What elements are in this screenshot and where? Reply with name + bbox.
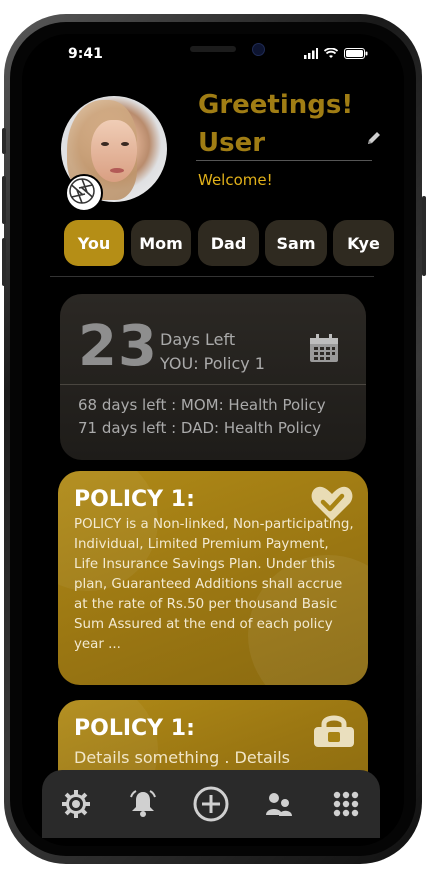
current-policy-label: YOU: Policy 1: [160, 354, 265, 373]
tab-you[interactable]: You: [64, 220, 124, 266]
nav-settings[interactable]: [56, 784, 96, 824]
volume-up-button: [2, 176, 6, 224]
policy-title: POLICY 1:: [74, 716, 195, 741]
nav-notifications[interactable]: [123, 784, 163, 824]
greeting-line2: User: [198, 128, 266, 158]
edit-pencil-icon[interactable]: [366, 130, 382, 146]
mute-switch: [2, 128, 6, 154]
countdown-card[interactable]: 23 Days Left YOU: Policy 1 68 days left …: [60, 294, 366, 460]
status-time: 9:41: [68, 46, 103, 62]
front-camera: [252, 43, 265, 56]
policy-description: Details something . Details: [74, 748, 290, 767]
speaker-grille: [190, 46, 236, 52]
signal-icon: [304, 48, 318, 59]
policy-card[interactable]: POLICY 1: POLICY is a Non-linked, Non-pa…: [58, 471, 368, 685]
tab-dad[interactable]: Dad: [198, 220, 259, 266]
wifi-icon: [324, 48, 338, 58]
avatar-eye-left: [101, 142, 109, 146]
greeting-title: Greetings! User: [198, 86, 353, 162]
calendar-icon[interactable]: [308, 332, 340, 364]
bell-icon: [130, 790, 157, 817]
upcoming-policy-dad: 71 days left : DAD: Health Policy: [78, 419, 322, 437]
nav-family[interactable]: [259, 784, 299, 824]
app-screen: 9:41 Greetings! User Welcome! You Mom Da…: [22, 34, 404, 846]
power-button: [422, 196, 426, 276]
bottom-navigation: [42, 770, 380, 838]
tab-sam[interactable]: Sam: [265, 220, 327, 266]
tab-kye[interactable]: Kye: [333, 220, 394, 266]
avatar-lips: [110, 168, 124, 173]
settings-icon: [61, 790, 90, 818]
avatar-eye-right: [121, 142, 129, 146]
badge-check-icon: [311, 486, 353, 521]
card-separator: [60, 384, 366, 385]
camera-shutter-icon[interactable]: [65, 174, 103, 212]
lock-icon: [314, 715, 354, 747]
policy-description: POLICY is a Non-linked, Non-participatin…: [74, 517, 354, 652]
volume-down-button: [2, 238, 6, 286]
apps-grid-icon: [333, 791, 359, 817]
upcoming-policy-mom: 68 days left : MOM: Health Policy: [78, 396, 326, 414]
nav-add[interactable]: [191, 784, 231, 824]
add-circle-icon: [193, 786, 229, 822]
battery-icon: [344, 48, 368, 59]
days-left-label: Days Left: [160, 330, 236, 349]
days-count: 23: [78, 314, 158, 379]
family-icon: [265, 793, 292, 816]
welcome-text: Welcome!: [198, 171, 273, 189]
status-icons: [304, 48, 368, 59]
nav-apps[interactable]: [326, 784, 366, 824]
greeting-line1: Greetings!: [198, 90, 354, 120]
tab-mom[interactable]: Mom: [131, 220, 191, 266]
policy-title: POLICY 1:: [74, 487, 195, 512]
section-divider: [50, 276, 374, 277]
greeting-divider: [196, 160, 372, 161]
